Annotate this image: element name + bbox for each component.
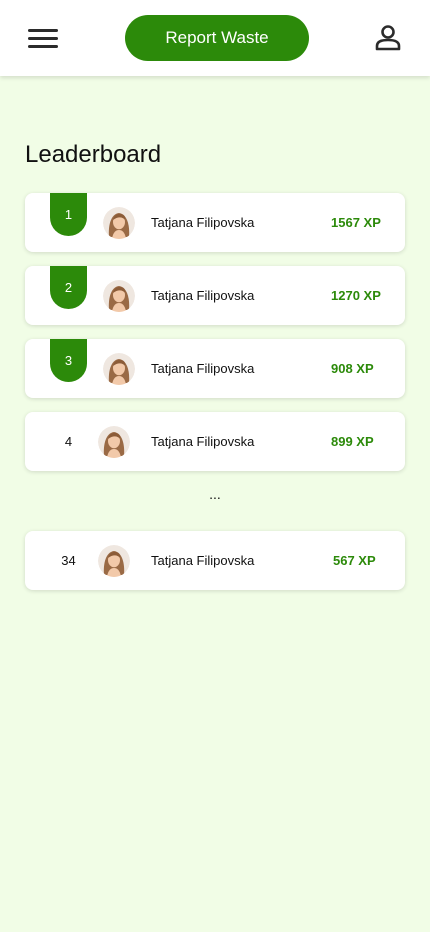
leaderboard-row[interactable]: 34 Tatjana Filipovska 567 XP [25,531,405,590]
leaderboard-row[interactable]: 3 Tatjana Filipovska 908 XP [25,339,405,398]
user-profile-icon[interactable] [372,22,404,54]
menu-line [28,37,58,40]
avatar [103,207,135,239]
player-name: Tatjana Filipovska [151,215,255,230]
rank-badge: 2 [50,266,87,309]
leaderboard-row[interactable]: 4 Tatjana Filipovska 899 XP [25,412,405,471]
player-xp: 1567 XP [331,215,381,230]
player-xp: 908 XP [331,361,374,376]
page-title: Leaderboard [25,141,162,168]
player-name: Tatjana Filipovska [151,361,255,376]
menu-line [28,45,58,48]
player-name: Tatjana Filipovska [151,288,255,303]
menu-line [28,29,58,32]
rank-number: 4 [64,434,73,449]
player-xp: 899 XP [331,434,374,449]
rank-badge: 1 [50,193,87,236]
player-name: Tatjana Filipovska [151,553,255,568]
hamburger-menu-icon[interactable] [28,25,60,51]
player-xp: 567 XP [333,553,376,568]
report-waste-button[interactable]: Report Waste [125,15,309,61]
rank-number: 34 [61,553,76,568]
rank-badge: 3 [50,339,87,382]
avatar [98,545,130,577]
player-name: Tatjana Filipovska [151,434,255,449]
avatar [98,426,130,458]
leaderboard-row[interactable]: 1 Tatjana Filipovska 1567 XP [25,193,405,252]
leaderboard-row[interactable]: 2 Tatjana Filipovska 1270 XP [25,266,405,325]
top-bar: Report Waste [0,0,430,76]
list-gap-ellipsis: ... [209,486,221,502]
avatar [103,280,135,312]
user-profile-icon-svg [375,25,401,51]
avatar [103,353,135,385]
player-xp: 1270 XP [331,288,381,303]
